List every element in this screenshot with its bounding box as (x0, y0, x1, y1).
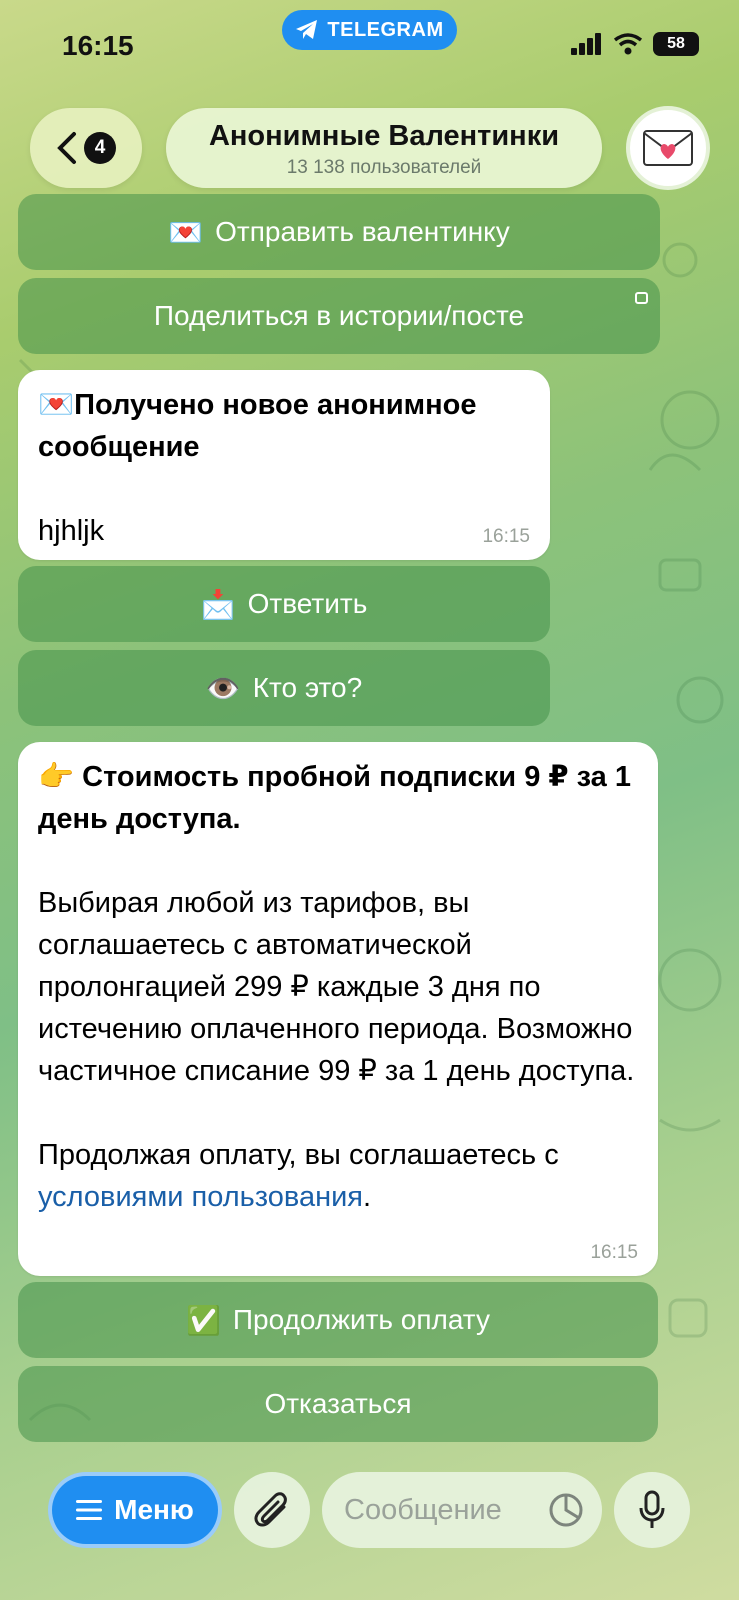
microphone-button[interactable] (614, 1472, 690, 1548)
hamburger-icon (76, 1500, 103, 1520)
chevron-left-icon (57, 132, 76, 164)
message-input-placeholder: Сообщение (344, 1493, 502, 1526)
envelope-arrow-icon: 📩 (200, 588, 236, 620)
message-bubble-new-anonymous: 💌Получено новое анонимное сообщение hjhl… (18, 370, 550, 560)
eye-icon: 👁️ (205, 672, 241, 704)
decline-label: Отказаться (264, 1388, 412, 1419)
reply-label: Ответить (247, 588, 368, 619)
message-body: hjhljk (38, 515, 105, 547)
decline-button[interactable]: Отказаться (18, 1366, 658, 1442)
send-valentine-button[interactable]: 💌 Отправить валентинку (18, 194, 660, 270)
telegram-pill-label: TELEGRAM (327, 18, 444, 41)
battery-indicator: 58 (653, 32, 699, 56)
menu-button[interactable]: Меню (48, 1472, 222, 1548)
continue-payment-label: Продолжить оплату (232, 1304, 490, 1335)
status-bar: 16:15 TELEGRAM 58 (0, 0, 739, 96)
status-icons: 58 (571, 32, 699, 56)
attach-button[interactable] (234, 1472, 310, 1548)
message-heading: 💌Получено новое анонимное сообщение (38, 389, 477, 463)
love-letter-icon: 💌 (38, 389, 75, 421)
webapp-icon (635, 292, 648, 304)
sticker-icon[interactable] (548, 1492, 584, 1528)
share-story-button[interactable]: Поделиться в истории/посте (18, 278, 660, 354)
wifi-icon (613, 33, 643, 55)
pointing-hand-icon: 👉 (38, 761, 75, 793)
check-mark-icon: ✅ (186, 1304, 221, 1336)
paperclip-icon (254, 1492, 287, 1527)
telegram-app-pill[interactable]: TELEGRAM (282, 10, 457, 50)
love-letter-icon: 💌 (168, 216, 204, 248)
telegram-plane-icon (296, 20, 318, 39)
cellular-signal-icon (571, 33, 601, 55)
status-time: 16:15 (62, 30, 134, 61)
love-letter-icon (643, 130, 693, 166)
continue-payment-button[interactable]: ✅ Продолжить оплату (18, 1282, 658, 1358)
unread-count-badge: 4 (84, 132, 116, 164)
chat-title: Анонимные Валентинки (208, 120, 560, 152)
chat-subtitle: 13 138 пользователей (286, 157, 482, 178)
reply-button[interactable]: 📩 Ответить (18, 566, 550, 642)
terms-of-use-link[interactable]: условиями пользования (38, 1181, 363, 1213)
bot-avatar[interactable] (626, 106, 710, 190)
microphone-icon (639, 1490, 665, 1528)
chat-title-pill[interactable]: Анонимные Валентинки 13 138 пользователе… (166, 108, 602, 188)
message-input[interactable]: Сообщение (322, 1472, 602, 1548)
menu-label: Меню (114, 1494, 194, 1525)
subscription-terms-paragraph: Выбирая любой из тарифов, вы соглашаетес… (38, 887, 635, 1087)
message-bubble-subscription: 👉 Стоимость пробной подписки 9 ₽ за 1 де… (18, 742, 658, 1276)
share-story-label: Поделиться в истории/посте (153, 300, 525, 331)
send-valentine-label: Отправить валентинку (215, 216, 510, 247)
back-button[interactable]: 4 (30, 108, 142, 188)
terms-consent-text: Продолжая оплату, вы соглашаетесь с усло… (38, 1139, 559, 1213)
message-time: 16:15 (482, 526, 530, 547)
who-is-it-button[interactable]: 👁️ Кто это? (18, 650, 550, 726)
subscription-heading: 👉 Стоимость пробной подписки 9 ₽ за 1 де… (38, 761, 631, 835)
who-is-it-label: Кто это? (252, 672, 363, 703)
message-time: 16:15 (590, 1242, 638, 1263)
